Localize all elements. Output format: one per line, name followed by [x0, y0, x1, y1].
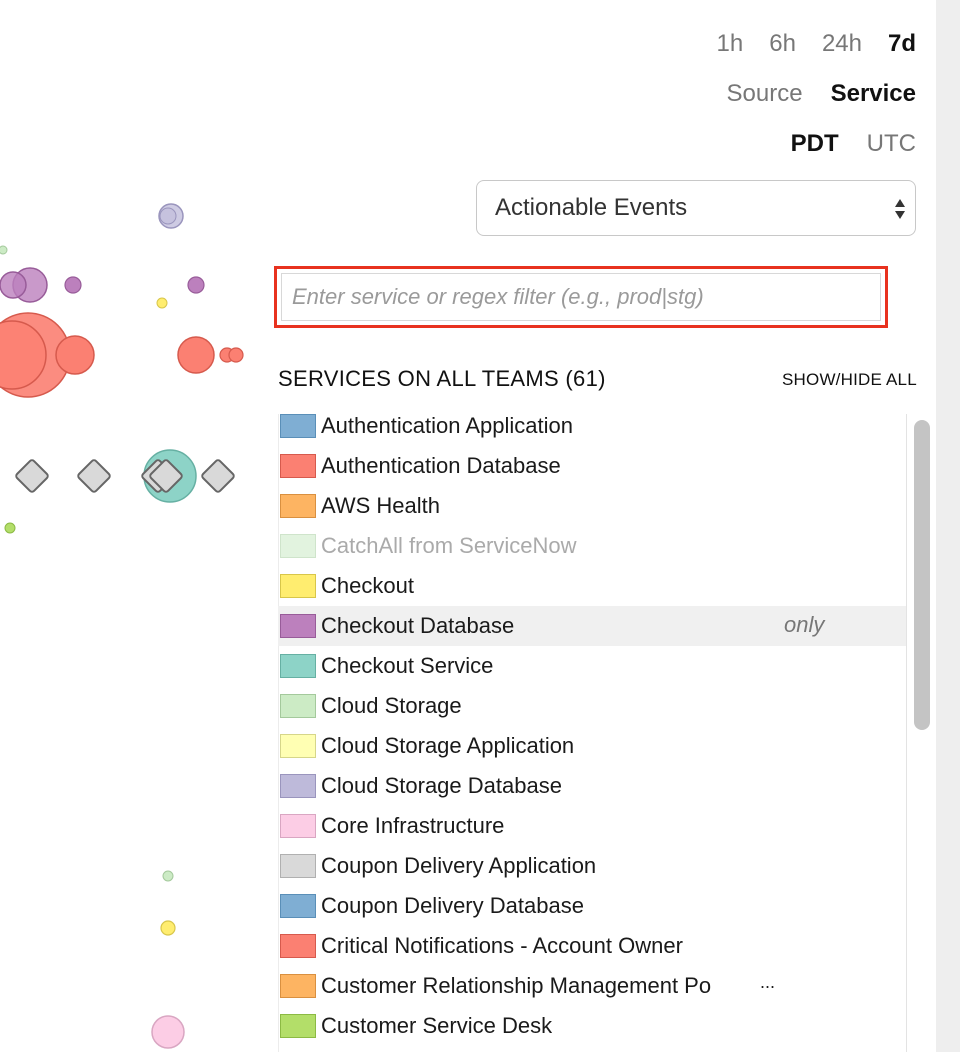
service-list-item[interactable]: Checkout — [278, 566, 906, 606]
service-list-item[interactable]: Authentication Application — [278, 406, 906, 446]
timezone-pdt[interactable]: PDT — [791, 130, 839, 158]
event-bubble[interactable] — [0, 245, 8, 255]
event-bubble[interactable] — [55, 335, 95, 375]
service-label: AWS Health — [321, 493, 441, 518]
service-label: Authentication Application — [321, 413, 573, 438]
service-color-swatch[interactable] — [280, 694, 316, 718]
service-color-swatch[interactable] — [280, 454, 316, 478]
service-label: Cloud Storage — [321, 693, 462, 718]
service-label: Cloud Storage Application — [321, 733, 575, 758]
service-color-swatch[interactable] — [280, 774, 316, 798]
service-color-swatch[interactable] — [280, 494, 316, 518]
service-list-item[interactable]: Customer Relationship Management Po — [278, 966, 906, 1006]
group-by-source[interactable]: Source — [727, 80, 803, 108]
service-color-swatch[interactable] — [280, 534, 316, 558]
service-list: Authentication Application Authentication… — [278, 406, 906, 1046]
service-list-item[interactable]: Critical Notifications - Account Owner — [278, 926, 906, 966]
event-bubble[interactable] — [156, 297, 168, 309]
service-filter-highlight — [274, 266, 888, 328]
service-color-swatch[interactable] — [280, 654, 316, 678]
service-list-item[interactable]: Customer Service Desk — [278, 1006, 906, 1046]
time-range-1h[interactable]: 1h — [717, 30, 744, 58]
service-label: Checkout — [321, 573, 414, 598]
service-list-item[interactable]: Core Infrastructure — [278, 806, 906, 846]
service-label: CatchAll from ServiceNow — [321, 533, 577, 558]
service-list-item[interactable]: CatchAll from ServiceNow — [278, 526, 906, 566]
service-color-swatch[interactable] — [280, 934, 316, 958]
event-bubble[interactable] — [64, 276, 82, 294]
service-list-title: SERVICES ON ALL TEAMS (61) — [278, 366, 606, 391]
event-timeline-chart — [0, 0, 260, 1052]
event-type-select[interactable]: Actionable Events — [476, 180, 916, 236]
event-bubble[interactable] — [151, 1015, 185, 1049]
only-service-link[interactable]: only — [784, 612, 824, 638]
group-by-toggle: Source Service — [699, 80, 916, 108]
event-bubble[interactable] — [160, 920, 176, 936]
service-color-swatch[interactable] — [280, 734, 316, 758]
service-color-swatch[interactable] — [280, 894, 316, 918]
service-color-swatch[interactable] — [280, 414, 316, 438]
incident-diamond[interactable] — [201, 459, 235, 493]
timezone-utc[interactable]: UTC — [867, 130, 916, 158]
select-arrows-icon — [895, 199, 905, 219]
service-color-swatch[interactable] — [280, 1014, 316, 1038]
event-type-selected: Actionable Events — [495, 194, 688, 221]
service-label: Cloud Storage Database — [321, 773, 562, 798]
service-label: Checkout Service — [321, 653, 494, 678]
incident-diamond[interactable] — [15, 459, 49, 493]
service-list-scrollbar[interactable] — [914, 420, 930, 730]
event-bubbles-svg — [0, 203, 244, 1049]
service-list-item[interactable]: Checkout Service — [278, 646, 906, 686]
service-label: Coupon Delivery Application — [321, 853, 597, 878]
event-bubble[interactable] — [177, 336, 215, 374]
time-range-toggle: 1h 6h 24h 7d — [691, 30, 916, 58]
event-bubble[interactable] — [4, 522, 16, 534]
service-label: Core Infrastructure — [321, 813, 505, 838]
service-color-swatch[interactable] — [280, 814, 316, 838]
service-list-item[interactable]: Cloud Storage — [278, 686, 906, 726]
time-range-24h[interactable]: 24h — [822, 30, 862, 58]
service-list-item[interactable]: AWS Health — [278, 486, 906, 526]
time-range-7d[interactable]: 7d — [888, 30, 916, 58]
service-color-swatch[interactable] — [280, 854, 316, 878]
service-label: Customer Relationship Management Po — [321, 973, 712, 998]
service-color-swatch[interactable] — [280, 614, 316, 638]
right-gutter — [936, 0, 960, 1052]
event-bubble[interactable] — [228, 347, 244, 363]
service-color-swatch[interactable] — [280, 574, 316, 598]
service-list-item[interactable]: Cloud Storage Application — [278, 726, 906, 766]
event-bubble[interactable] — [159, 207, 177, 225]
group-by-service[interactable]: Service — [831, 80, 916, 108]
service-label: Critical Notifications - Account Owner — [321, 933, 683, 958]
service-list-item[interactable]: Coupon Delivery Database — [278, 886, 906, 926]
service-list-item[interactable]: Coupon Delivery Application — [278, 846, 906, 886]
service-label: Coupon Delivery Database — [321, 893, 584, 918]
event-bubble[interactable] — [0, 271, 27, 299]
service-label: Authentication Database — [321, 453, 561, 478]
truncation-ellipsis: ... — [760, 972, 776, 992]
show-hide-all-button[interactable]: SHOW/HIDE ALL — [782, 370, 917, 390]
incident-diamond[interactable] — [77, 459, 111, 493]
service-list-item[interactable]: Cloud Storage Database — [278, 766, 906, 806]
service-label: Checkout Database — [321, 613, 515, 638]
service-color-swatch[interactable] — [280, 974, 316, 998]
event-bubble[interactable] — [162, 870, 174, 882]
service-filter-input[interactable] — [281, 273, 881, 321]
service-label: Customer Service Desk — [321, 1013, 553, 1038]
service-list-item[interactable]: Checkout Database only — [278, 606, 906, 646]
event-bubble[interactable] — [187, 276, 205, 294]
timezone-toggle: PDT UTC — [763, 130, 916, 158]
time-range-6h[interactable]: 6h — [769, 30, 796, 58]
service-list-item[interactable]: Authentication Database — [278, 446, 906, 486]
